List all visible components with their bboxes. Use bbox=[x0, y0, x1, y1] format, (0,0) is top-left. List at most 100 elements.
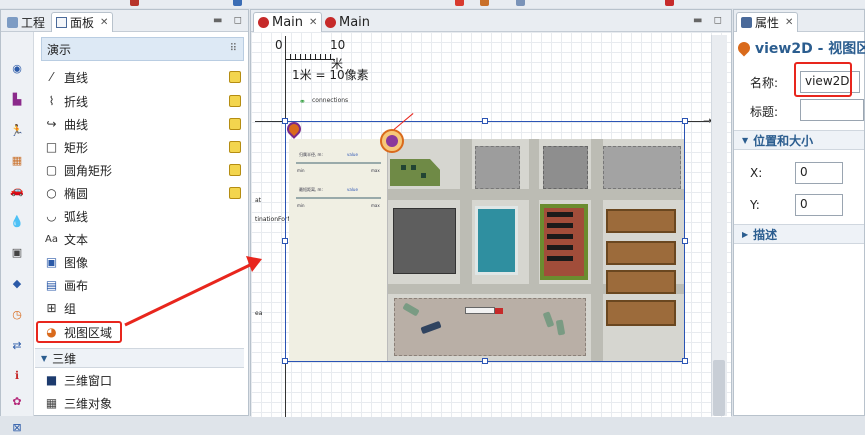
palette-item-image[interactable]: ▣ 图像 bbox=[45, 252, 88, 272]
tab-project[interactable]: 工程 bbox=[3, 12, 49, 32]
close-icon[interactable]: ✕ bbox=[309, 17, 317, 28]
polyline-icon: ⌇ bbox=[48, 94, 55, 108]
palette-item-canvas[interactable]: ▤ 画布 bbox=[45, 275, 88, 295]
palette-item-label: 矩形 bbox=[64, 140, 89, 155]
tab-main[interactable]: Main bbox=[321, 12, 374, 32]
palette-item-line[interactable]: ⁄ 直线 bbox=[45, 67, 88, 87]
scale-ruler[interactable] bbox=[285, 54, 335, 60]
close-icon[interactable]: ✕ bbox=[785, 17, 793, 28]
category-connectivity-icon[interactable]: ⇄ bbox=[9, 337, 25, 353]
grid-view-icon[interactable]: ⠿ bbox=[230, 43, 237, 54]
palette-item-label: 弧线 bbox=[64, 209, 89, 224]
category-agent-icon[interactable]: 🏃 bbox=[9, 122, 25, 138]
toolbar-icon[interactable] bbox=[516, 0, 525, 6]
pencil-icon[interactable] bbox=[229, 95, 241, 107]
resize-handle[interactable] bbox=[682, 358, 688, 364]
rectangle-icon: □ bbox=[45, 140, 58, 154]
toolbar-icon[interactable] bbox=[480, 0, 489, 6]
minimize-maximize-icon[interactable]: ▬ ◻ bbox=[213, 15, 246, 26]
caption-field[interactable] bbox=[800, 99, 864, 121]
toolbar-icon[interactable] bbox=[130, 0, 139, 6]
agent-type-icon bbox=[258, 17, 269, 28]
palette-item-curve[interactable]: ↪ 曲线 bbox=[45, 114, 88, 134]
tab-label: Main bbox=[339, 14, 371, 30]
connections-label[interactable]: connections bbox=[312, 97, 348, 104]
object-3d-icon: ▦ bbox=[45, 396, 58, 410]
category-3d-icon[interactable]: ◆ bbox=[9, 275, 25, 291]
pencil-icon[interactable] bbox=[229, 141, 241, 153]
view-area-target-icon bbox=[386, 135, 398, 147]
palette-item-label: 文本 bbox=[64, 232, 89, 247]
section-title: 描述 bbox=[753, 227, 778, 242]
tab-label: 面板 bbox=[70, 16, 95, 30]
x-label: X: bbox=[750, 166, 763, 180]
close-icon[interactable]: ✕ bbox=[100, 17, 108, 28]
category-process-icon[interactable]: ◉ bbox=[9, 60, 25, 76]
palette-category-strip: ◉ ▙ 🏃 ▦ 🚗 💧 ▣ ◆ ◷ ⇄ ℹ ✿ ⊠ bbox=[1, 32, 34, 434]
section-description[interactable]: ▶ 描述 bbox=[734, 224, 864, 244]
toolbar-icon[interactable] bbox=[233, 0, 242, 6]
palette-item-rectangle[interactable]: □ 矩形 bbox=[45, 137, 88, 157]
category-road-icon[interactable]: 🚗 bbox=[9, 182, 25, 198]
x-field[interactable]: 0 bbox=[795, 162, 843, 184]
image-icon: ▣ bbox=[45, 255, 58, 269]
palette-item-arc[interactable]: ◡ 弧线 bbox=[45, 206, 88, 226]
pencil-icon[interactable] bbox=[229, 187, 241, 199]
palette-item-3d-window[interactable]: ■ 三维窗口 bbox=[45, 370, 112, 390]
minimize-maximize-icon[interactable]: ▬ ◻ bbox=[693, 15, 726, 26]
editor-panel: Main ✕ Main ▬ ◻ 0 10 米 1米 = 10像素 ➝ ⚭ con… bbox=[250, 9, 732, 417]
resize-handle[interactable] bbox=[482, 118, 488, 124]
palette-item-label: 椭圆 bbox=[64, 186, 89, 201]
palette-item-rounded-rectangle[interactable]: ▢ 圆角矩形 bbox=[45, 160, 112, 180]
graphical-editor-canvas[interactable]: 0 10 米 1米 = 10像素 ➝ ⚭ connections at tina… bbox=[251, 32, 731, 417]
category-fluid-icon[interactable]: 💧 bbox=[9, 213, 25, 229]
palette-item-text[interactable]: Aa 文本 bbox=[45, 229, 88, 249]
text-icon: Aa bbox=[45, 233, 58, 245]
category-rail-icon[interactable]: ▦ bbox=[9, 152, 25, 168]
resize-handle[interactable] bbox=[282, 118, 288, 124]
view-area-selection[interactable] bbox=[285, 121, 685, 362]
view-area-icon bbox=[735, 39, 753, 57]
tab-palette[interactable]: 面板 ✕ bbox=[51, 12, 114, 32]
pencil-icon[interactable] bbox=[229, 71, 241, 83]
connections-icon[interactable]: ⚭ bbox=[299, 97, 306, 106]
resize-handle[interactable] bbox=[482, 358, 488, 364]
y-field[interactable]: 0 bbox=[795, 194, 843, 216]
oval-icon: ○ bbox=[46, 186, 57, 200]
curve-icon: ↪ bbox=[46, 117, 57, 131]
arc-icon: ◡ bbox=[46, 209, 57, 223]
project-icon bbox=[7, 16, 18, 28]
resize-handle[interactable] bbox=[682, 238, 688, 244]
properties-title-text: view2D - 视图区 bbox=[755, 41, 865, 57]
palette-item-polyline[interactable]: ⌇ 折线 bbox=[45, 91, 88, 111]
scale-end-label: 10 bbox=[330, 38, 346, 52]
tab-main-active[interactable]: Main ✕ bbox=[253, 12, 323, 32]
palette-item-3d-object[interactable]: ▦ 三维对象 bbox=[45, 393, 112, 413]
palette-item-label: 三维窗口 bbox=[64, 373, 113, 388]
tab-properties[interactable]: 属性 ✕ bbox=[736, 12, 799, 32]
palette-item-oval[interactable]: ○ 椭圆 bbox=[45, 183, 88, 203]
resize-handle[interactable] bbox=[682, 118, 688, 124]
palette-section-header[interactable]: 演示 ⠿ bbox=[41, 37, 244, 61]
resize-handle[interactable] bbox=[282, 238, 288, 244]
section-3d-header[interactable]: ▼ 三维 bbox=[35, 348, 244, 368]
toolbar-icon[interactable] bbox=[455, 0, 464, 6]
toolbar-strip bbox=[0, 0, 865, 8]
scrollbar-thumb[interactable] bbox=[713, 360, 725, 416]
category-more-icon[interactable]: ⊠ bbox=[9, 419, 25, 435]
scale-caption: 1米 = 10像素 bbox=[292, 68, 369, 82]
toolbar-icon[interactable] bbox=[665, 0, 674, 6]
resize-handle[interactable] bbox=[282, 358, 288, 364]
palette-item-group[interactable]: ⊞ 组 bbox=[45, 298, 76, 318]
category-presentation-icon[interactable]: ▣ bbox=[9, 244, 25, 260]
section-position-size[interactable]: ▼ 位置和大小 bbox=[734, 130, 864, 150]
vertical-scrollbar[interactable] bbox=[711, 35, 727, 416]
category-help-icon[interactable]: ℹ bbox=[9, 367, 25, 383]
category-pictures-icon[interactable]: ✿ bbox=[9, 393, 25, 409]
category-chart-icon[interactable]: ▙ bbox=[9, 91, 25, 107]
highlight-box bbox=[794, 62, 852, 97]
canvas-text[interactable]: at bbox=[255, 197, 261, 204]
category-time-icon[interactable]: ◷ bbox=[9, 306, 25, 322]
pencil-icon[interactable] bbox=[229, 164, 241, 176]
pencil-icon[interactable] bbox=[229, 118, 241, 130]
